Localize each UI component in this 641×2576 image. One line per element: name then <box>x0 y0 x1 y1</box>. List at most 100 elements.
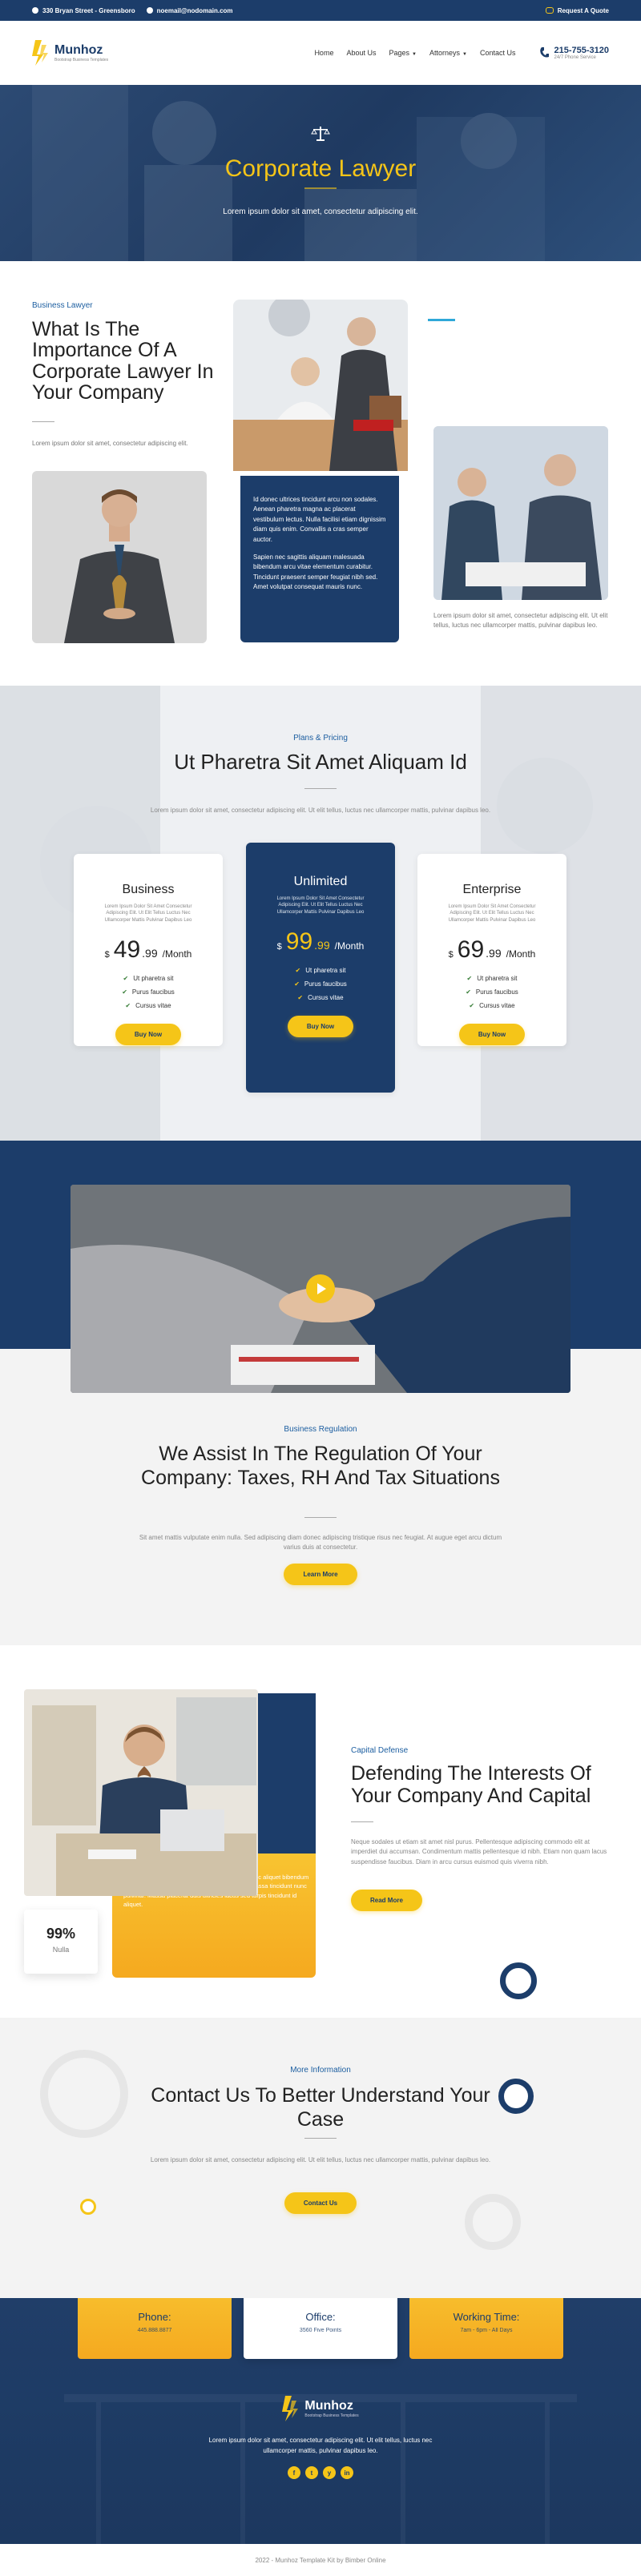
plan-name: Business <box>122 883 175 896</box>
feature-item: ✔ Purus faucibus <box>246 980 395 988</box>
contact-title: Contact Us To Better Understand Your Cas… <box>151 2084 490 2131</box>
defense-eyebrow: Capital Defense <box>351 1746 409 1755</box>
plan-name: Unlimited <box>293 875 348 888</box>
logo-tagline: Bootstrap Business Templates <box>54 58 109 62</box>
social-links: f t y in <box>0 2466 641 2479</box>
regulation-title: We Assist In The Regulation Of Your Comp… <box>141 1443 500 1489</box>
nav-attorneys[interactable]: Attorneys ▼ <box>429 49 467 57</box>
logo-mark-icon <box>282 2396 299 2421</box>
chevron-down-icon: ▼ <box>462 52 467 57</box>
price-currency: $ <box>104 950 110 960</box>
about-box-paragraph-2: Sapien nec sagittis aliquam malesuada bi… <box>253 553 378 591</box>
footer-logo-name: Munhoz <box>304 2399 353 2413</box>
info-title: Working Time: <box>453 2311 520 2323</box>
buy-now-button-unlimited[interactable]: Buy Now <box>287 1016 354 1038</box>
plan-features: ✔ Ut pharetra sit ✔ Purus faucibus ✔ Cursus… <box>246 967 395 1001</box>
price-cents: .99 <box>142 947 158 960</box>
request-quote-link[interactable]: Request A Quote <box>545 7 609 14</box>
price-whole: 99 <box>285 928 313 956</box>
contact-eyebrow: More Information <box>290 2066 351 2075</box>
price-cents: .99 <box>314 939 330 952</box>
plan-description: Lorem Ipsum Dolor Sit Amet Consectetur A… <box>276 896 365 915</box>
nav-about[interactable]: About Us <box>346 49 376 57</box>
info-value[interactable]: 445.888.8877 <box>78 2328 232 2333</box>
plan-card-unlimited: Unlimited Lorem Ipsum Dolor Sit Amet Con… <box>246 843 395 1093</box>
feature-label: Cursus vitae <box>308 994 344 1002</box>
nav-contact[interactable]: Contact Us <box>480 49 516 57</box>
pricing-section: Plans & Pricing Ut Pharetra Sit Amet Ali… <box>0 686 641 1141</box>
phone-icon <box>540 47 550 58</box>
email-item[interactable]: noemail@nodomain.com <box>146 7 233 14</box>
site-header: Munhoz Bootstrap Business Templates Home… <box>0 21 641 85</box>
stat-label: Nulla <box>52 1946 70 1954</box>
feature-item: ✔ Ut pharetra sit <box>417 975 566 982</box>
address-text: 330 Bryan Street - Greensboro <box>42 6 135 14</box>
location-icon <box>32 7 38 14</box>
address-item: 330 Bryan Street - Greensboro <box>32 7 135 14</box>
check-icon: ✔ <box>295 967 301 975</box>
chevron-down-icon: ▼ <box>412 52 417 57</box>
info-box-office: Office: 3560 Five Points <box>244 2298 397 2359</box>
nav-attorneys-label[interactable]: Attorneys <box>429 49 460 57</box>
pricing-lead: Lorem ipsum dolor sit amet, consectetur … <box>150 807 491 814</box>
plan-features: ✔ Ut pharetra sit ✔ Purus faucibus ✔ Cursus… <box>417 975 566 1009</box>
request-quote-label[interactable]: Request A Quote <box>558 7 609 14</box>
hero-banner: Corporate Lawyer Lorem ipsum dolor sit a… <box>0 85 641 261</box>
email-icon <box>146 7 153 14</box>
nav-home[interactable]: Home <box>314 49 333 57</box>
nav-pages-label[interactable]: Pages <box>389 49 409 57</box>
defense-section: Proin gravida hendrerit lectus a. Viverr… <box>0 1645 641 2018</box>
footer-logo[interactable]: Munhoz Bootstrap Business Templates <box>0 2394 641 2423</box>
learn-more-button[interactable]: Learn More <box>284 1564 357 1585</box>
chat-icon <box>545 7 554 14</box>
feature-item: ✔ Purus faucibus <box>417 988 566 996</box>
price-period: /Month <box>162 948 192 960</box>
twitter-icon[interactable]: t <box>305 2466 318 2479</box>
logo[interactable]: Munhoz Bootstrap Business Templates <box>32 38 108 67</box>
plan-description: Lorem Ipsum Dolor Sit Amet Consectetur A… <box>104 904 192 923</box>
stat-number: 99% <box>46 1926 76 1942</box>
nav-pages[interactable]: Pages ▼ <box>389 49 416 57</box>
check-icon: ✔ <box>125 1002 131 1010</box>
feature-label: Purus faucibus <box>304 980 347 988</box>
check-icon: ✔ <box>122 988 127 996</box>
about-title: What Is The Importance Of A Corporate La… <box>32 318 214 404</box>
regulation-lead: Sit amet mattis vulputate enim nulla. Se… <box>139 1534 502 1551</box>
about-side-text: Lorem ipsum dolor sit amet, consectetur … <box>433 612 608 629</box>
copyright-text: 2022 - Munhoz Template Kit by Bimber Onl… <box>255 2557 386 2564</box>
feature-label: Ut pharetra sit <box>477 975 518 983</box>
linkedin-icon[interactable]: in <box>341 2466 353 2479</box>
read-more-button[interactable]: Read More <box>351 1890 422 1911</box>
price-period: /Month <box>506 948 536 960</box>
top-bar: 330 Bryan Street - Greensboro noemail@no… <box>0 0 641 21</box>
video-thumbnail[interactable] <box>71 1185 570 1393</box>
play-icon[interactable] <box>306 1274 335 1303</box>
feature-label: Ut pharetra sit <box>133 975 174 983</box>
feature-item: ✔ Cursus vitae <box>417 1002 566 1009</box>
site-footer: Phone: 445.888.8877 Office: 3560 Five Po… <box>0 2298 641 2559</box>
info-value: 7am - 6pm - All Days <box>460 2328 513 2333</box>
about-divider <box>32 421 54 422</box>
contact-us-button[interactable]: Contact Us <box>284 2192 357 2214</box>
plan-card-enterprise: Enterprise Lorem Ipsum Dolor Sit Amet Co… <box>417 854 566 1046</box>
meeting-photo <box>233 300 408 471</box>
email-text[interactable]: noemail@nodomain.com <box>157 7 233 14</box>
pricing-divider <box>304 788 337 789</box>
price-period: /Month <box>334 940 365 952</box>
facebook-icon[interactable]: f <box>288 2466 300 2479</box>
phone-number[interactable]: 215-755-3120 <box>554 46 609 55</box>
regulation-eyebrow: Business Regulation <box>284 1425 357 1434</box>
buy-now-button-business[interactable]: Buy Now <box>115 1024 182 1046</box>
regulation-section: Business Regulation We Assist In The Reg… <box>0 1141 641 1645</box>
copyright-bar: 2022 - Munhoz Template Kit by Bimber Onl… <box>0 2544 641 2576</box>
price-whole: 69 <box>457 936 485 964</box>
youtube-icon[interactable]: y <box>323 2466 336 2479</box>
header-phone[interactable]: 215-755-3120 24/7 Phone Service <box>539 46 609 60</box>
feature-label: Purus faucibus <box>131 988 175 996</box>
consultation-photo <box>433 426 608 600</box>
plan-description: Lorem Ipsum Dolor Sit Amet Consectetur A… <box>448 904 536 923</box>
buy-now-button-enterprise[interactable]: Buy Now <box>458 1024 526 1046</box>
price-currency: $ <box>276 942 282 952</box>
scales-icon <box>311 127 330 141</box>
info-title: Office: <box>305 2311 336 2323</box>
